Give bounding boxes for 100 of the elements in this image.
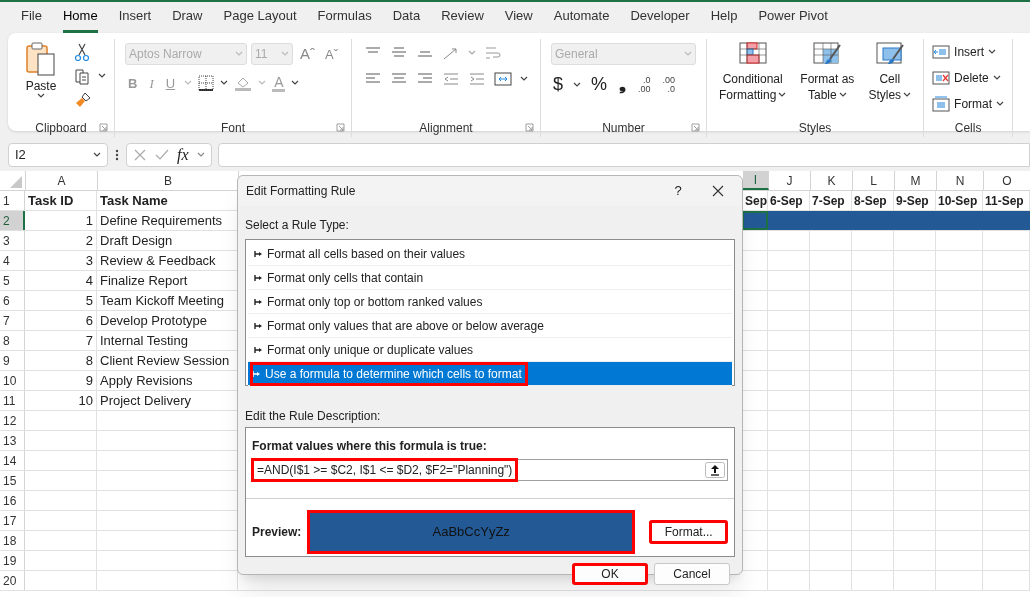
format-as-table-button[interactable]: Format as Table (796, 39, 859, 103)
row-header[interactable]: 3 (0, 231, 25, 250)
dialog-launcher-icon[interactable] (691, 123, 700, 132)
copy-icon[interactable] (74, 67, 90, 85)
menu-tab[interactable]: Data (392, 2, 421, 33)
delete-button[interactable]: Delete (932, 67, 1005, 89)
chevron-down-icon[interactable] (93, 152, 101, 158)
color-grid-icon (737, 41, 768, 67)
check-icon[interactable] (155, 148, 169, 162)
more-options-icon[interactable] (114, 148, 120, 162)
row-header[interactable]: 12 (0, 411, 25, 430)
wrap-text-icon[interactable] (484, 45, 502, 61)
menu-tab[interactable]: View (504, 2, 533, 33)
rule-type-item[interactable]: Format only top or bottom ranked values (248, 290, 732, 314)
chevron-down-icon[interactable] (992, 75, 1001, 81)
column-header[interactable]: L (853, 171, 895, 190)
column-header[interactable]: N (937, 171, 984, 190)
menu-tab[interactable]: Formulas (317, 2, 372, 33)
help-button[interactable]: ? (658, 181, 698, 201)
section-label: Select a Rule Type: (245, 217, 349, 234)
menu-tab[interactable]: Review (441, 2, 484, 33)
row-header[interactable]: 1 (0, 191, 25, 210)
chevron-down-icon[interactable] (291, 80, 300, 87)
chevron-down-icon[interactable] (573, 81, 581, 88)
menu-tab[interactable]: File (21, 2, 42, 33)
chevron-down-icon[interactable] (98, 73, 106, 79)
chevron-down-icon[interactable] (778, 92, 787, 98)
decrease-indent-icon[interactable] (442, 71, 460, 87)
chevron-down-icon[interactable] (37, 93, 45, 99)
rule-type-item[interactable]: Format all cells based on their values (248, 242, 732, 266)
preview-label: Preview: (252, 524, 303, 541)
name-box[interactable]: I2 (8, 143, 108, 167)
chevron-down-icon[interactable] (220, 80, 229, 87)
conditional-formatting-button[interactable]: Conditional Formatting (715, 39, 791, 103)
menu-tab[interactable]: Help (710, 2, 738, 33)
borders-icon[interactable] (198, 75, 215, 92)
ok-button[interactable]: OK (572, 563, 648, 585)
menu-tab[interactable]: Draw (172, 2, 203, 33)
insert-button[interactable]: Insert (932, 41, 1005, 63)
insert-function-button[interactable]: fx (177, 147, 189, 163)
dialog-launcher-icon[interactable] (99, 123, 108, 132)
paste-button[interactable]: Paste (16, 39, 66, 99)
row-header[interactable]: 14 (0, 451, 25, 470)
menu-tab[interactable]: Insert (118, 2, 152, 33)
row-header[interactable]: 4 (0, 251, 25, 270)
menu-tab[interactable]: Automate (553, 2, 610, 33)
row-header[interactable]: 15 (0, 471, 25, 490)
table-cell-text: Task Name (100, 191, 168, 210)
row-header[interactable]: 8 (0, 331, 25, 350)
dialog-launcher-icon[interactable] (525, 123, 534, 132)
row-header[interactable]: 10 (0, 371, 25, 390)
table-cell-text: Project Delivery (100, 391, 192, 410)
row-header[interactable]: 11 (0, 391, 25, 410)
row-header[interactable]: 7 (0, 311, 25, 330)
collapse-dialog-icon[interactable] (705, 462, 725, 478)
format-button[interactable]: Format... (649, 520, 728, 544)
group-label: Clipboard (35, 120, 87, 137)
format-button[interactable]: Format (932, 93, 1005, 115)
rule-type-item[interactable]: Format only cells that contain (248, 266, 732, 290)
menu-tab[interactable]: Developer (630, 2, 690, 33)
rule-type-item[interactable]: Format only values that are above or below average (248, 314, 732, 338)
row-header[interactable]: 17 (0, 511, 25, 530)
column-header[interactable]: I (743, 171, 769, 190)
increase-indent-icon[interactable] (468, 71, 486, 87)
chevron-down-icon[interactable] (996, 101, 1005, 107)
formula-field[interactable]: =AND(I$1 >= $C2, I$1 <= $D2, $F2="Planning") (252, 459, 728, 481)
arrow-icon (254, 345, 263, 354)
chevron-down-icon[interactable] (838, 92, 847, 98)
arrow-icon (254, 297, 263, 306)
column-header[interactable]: K (811, 171, 853, 190)
chevron-down-icon[interactable] (903, 92, 912, 98)
table-cell-text: 1 (85, 211, 93, 230)
cancel-button[interactable]: Cancel (654, 563, 730, 585)
orientation-icon[interactable] (442, 45, 460, 61)
formula-input[interactable] (218, 143, 1030, 167)
fill-color-icon[interactable] (234, 75, 253, 92)
column-header[interactable]: M (895, 171, 937, 190)
chevron-down-icon[interactable] (520, 76, 528, 82)
column-header[interactable]: J (769, 171, 811, 190)
row-header[interactable]: 16 (0, 491, 25, 510)
dialog-launcher-icon[interactable] (336, 123, 345, 132)
menu-tab[interactable]: Power Pivot (758, 2, 828, 33)
cell-styles-button[interactable]: Cell Styles (864, 39, 916, 103)
row-header[interactable]: 18 (0, 531, 25, 550)
row-header[interactable]: 19 (0, 551, 25, 570)
merge-cells-icon[interactable] (494, 71, 512, 87)
row-header[interactable]: 20 (0, 571, 25, 590)
row-header[interactable]: 6 (0, 291, 25, 310)
chevron-down-icon[interactable] (988, 49, 997, 55)
row-header[interactable]: 5 (0, 271, 25, 290)
column-header[interactable]: A (26, 171, 98, 190)
table-cell-text: Apply Revisions (100, 371, 193, 390)
row-header[interactable]: 2 (0, 211, 25, 230)
cancel-icon[interactable] (133, 148, 147, 162)
menu-tab[interactable]: Page Layout (223, 2, 297, 33)
row-header[interactable]: 13 (0, 431, 25, 450)
column-header[interactable]: O (984, 171, 1030, 190)
rule-type-item[interactable]: Use a formula to determine which cells to format (248, 362, 732, 386)
arrow-icon (252, 369, 261, 378)
row-header[interactable]: 9 (0, 351, 25, 370)
